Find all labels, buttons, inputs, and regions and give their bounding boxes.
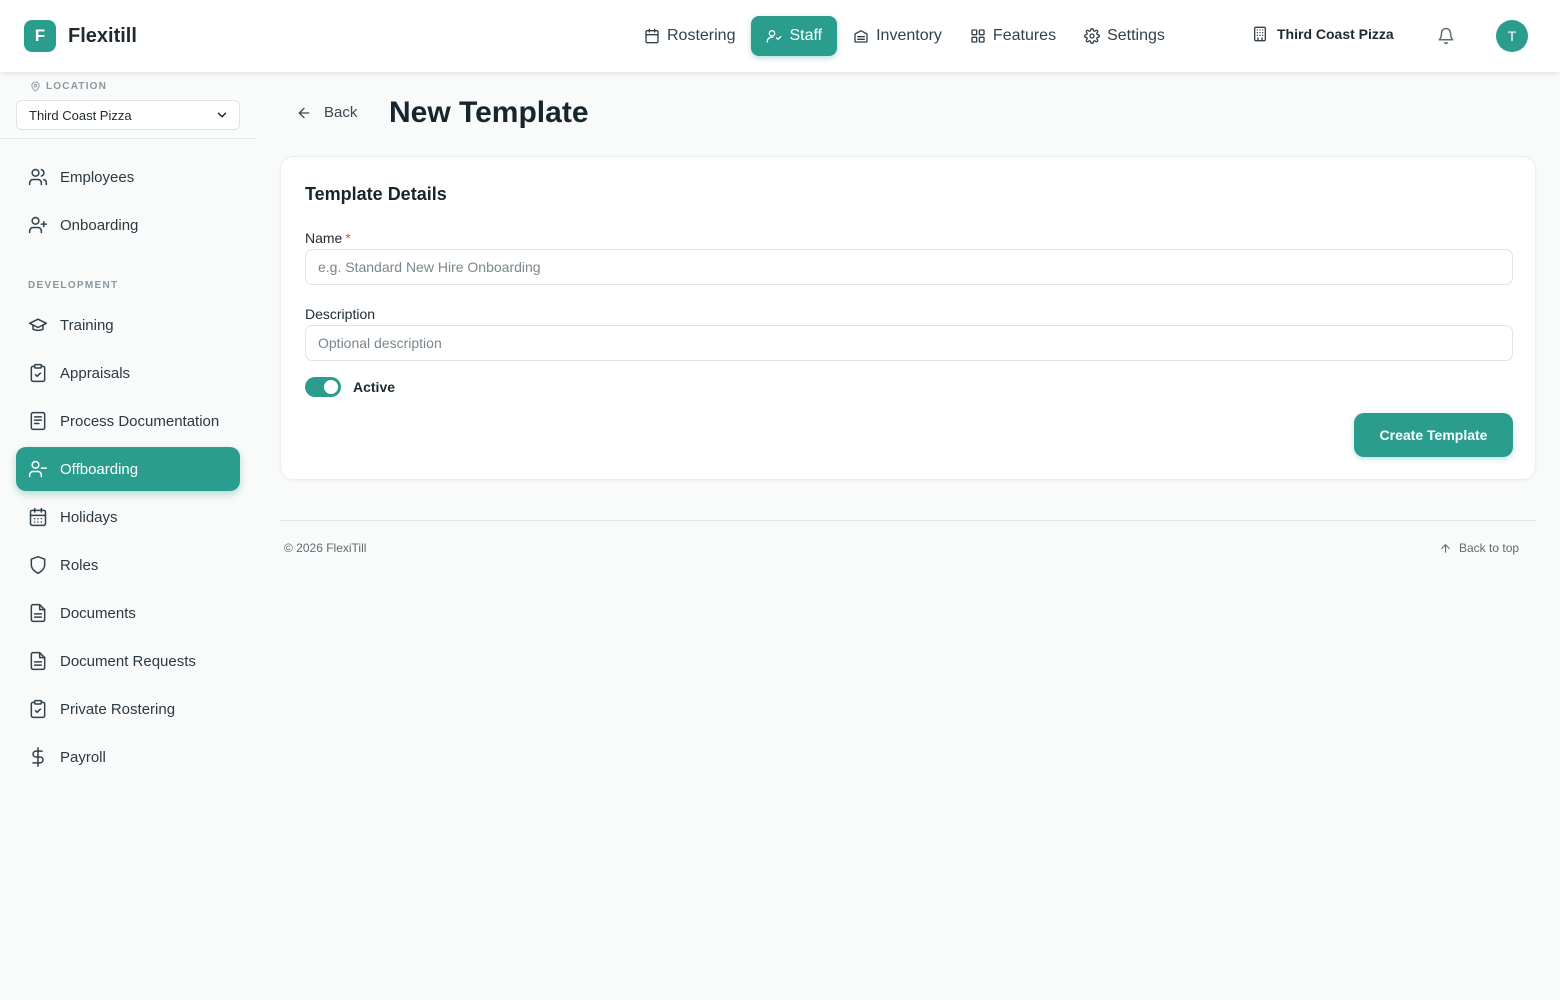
brand[interactable]: F Flexitill [24,20,137,52]
name-label: Name * [305,230,351,246]
sidebar-item-private-rostering[interactable]: Private Rostering [16,687,240,731]
topnav-features-label: Features [992,27,1057,44]
file-text-icon [30,603,46,623]
sidebar-item-label: Private Rostering [60,700,176,718]
card-title: Template Details [305,184,447,204]
sidebar-item-label: Document Requests [60,652,196,670]
location-switcher[interactable]: Third Coast Pizza [1252,26,1394,42]
location-label: LOCATION [30,81,107,92]
sidebar-item-label: Holidays [60,508,118,526]
sidebar-item-process-documentation[interactable]: Process Documentation [16,399,240,443]
sidebar-item-roles[interactable]: Roles [16,543,240,587]
top-nav: Rostering Staff Inventory Features Setti… [632,16,1181,56]
sidebar: LOCATION Third Coast Pizza Employees Onb… [0,72,256,1000]
back-button-label: Back [324,104,358,121]
sidebar-item-label: Roles [60,556,99,574]
avatar[interactable]: T [1496,20,1528,52]
clipboard-check-icon [30,363,46,383]
bell-icon[interactable] [1437,27,1455,45]
topnav-staff[interactable]: Staff [751,16,838,56]
user-minus-icon [28,460,48,478]
name-input[interactable] [305,249,1513,285]
sidebar-item-label: Employees [60,168,135,186]
sidebar-section-development: DEVELOPMENT [28,280,119,291]
sidebar-item-employees[interactable]: Employees [16,155,240,199]
brand-name: Flexitill [68,24,137,47]
grid-icon [971,29,985,43]
topnav-rostering-label: Rostering [667,27,736,44]
footer-copyright: © 2026 FlexiTill [284,541,367,555]
description-input[interactable] [305,325,1513,361]
active-toggle-label: Active [353,379,396,395]
top-bar: F Flexitill Rostering Staff Inventory Fe… [0,0,1560,72]
users-icon [28,168,48,186]
map-pin-icon [31,81,40,92]
brand-logo: F [24,20,56,52]
sidebar-item-holidays[interactable]: Holidays [16,495,240,539]
arrow-up-icon [1441,543,1450,553]
file-text-icon [30,651,46,671]
topnav-inventory-label: Inventory [876,27,942,44]
sidebar-divider [0,138,256,139]
sidebar-item-label: Process Documentation [60,412,220,430]
location-label-text: LOCATION [46,81,108,92]
template-details-card: Template Details Name* Description Activ… [280,156,1536,480]
sidebar-item-label: Payroll [60,748,106,766]
name-label-text: Name [305,230,343,246]
sidebar-item-document-requests[interactable]: Document Requests [16,639,240,683]
dollar-icon [32,747,44,767]
users-icon [767,30,782,43]
chevron-down-icon [217,112,227,118]
calendar-days-icon [29,507,47,527]
active-toggle[interactable] [305,377,341,397]
sidebar-item-label: Onboarding [60,216,139,234]
sidebar-item-label: Training [60,316,114,334]
topnav-staff-label: Staff [789,27,823,44]
topnav-features[interactable]: Features [958,16,1068,56]
topnav-rostering[interactable]: Rostering [632,16,747,56]
footer-divider [280,520,1536,521]
back-to-top-link[interactable]: Back to top [1439,541,1519,555]
arrow-left-icon [298,107,310,118]
building-icon [1254,26,1266,42]
back-button[interactable]: Back [296,104,357,121]
create-template-button[interactable]: Create Template [1354,413,1513,457]
location-switcher-label: Third Coast Pizza [1277,26,1394,42]
package-icon [854,30,868,43]
page-title: New Template [389,96,589,129]
sidebar-item-label: Documents [60,604,136,622]
location-select[interactable]: Third Coast Pizza [16,100,240,130]
sidebar-item-training[interactable]: Training [16,303,240,347]
sidebar-item-appraisals[interactable]: Appraisals [16,351,240,395]
topnav-settings-label: Settings [1107,27,1165,44]
sidebar-item-onboarding[interactable]: Onboarding [16,203,240,247]
description-label: Description [305,306,376,322]
sidebar-item-label: Offboarding [60,460,139,478]
sidebar-item-offboarding[interactable]: Offboarding [16,447,240,491]
topnav-inventory[interactable]: Inventory [841,16,954,56]
sidebar-item-payroll[interactable]: Payroll [16,735,240,779]
location-select-value: Third Coast Pizza [29,107,132,123]
topnav-settings[interactable]: Settings [1072,16,1177,56]
calendar-icon [645,28,659,44]
gear-icon [1084,28,1100,44]
back-to-top-label: Back to top [1459,541,1520,555]
sidebar-item-label: Appraisals [60,364,131,382]
shield-icon [30,555,46,575]
notebook-icon [30,411,46,431]
required-mark: * [345,230,351,246]
sidebar-item-documents[interactable]: Documents [16,591,240,635]
graduation-cap-icon [28,318,48,332]
user-plus-icon [28,216,48,234]
toggle-knob [324,380,338,394]
clipboard-check-icon [30,699,46,719]
